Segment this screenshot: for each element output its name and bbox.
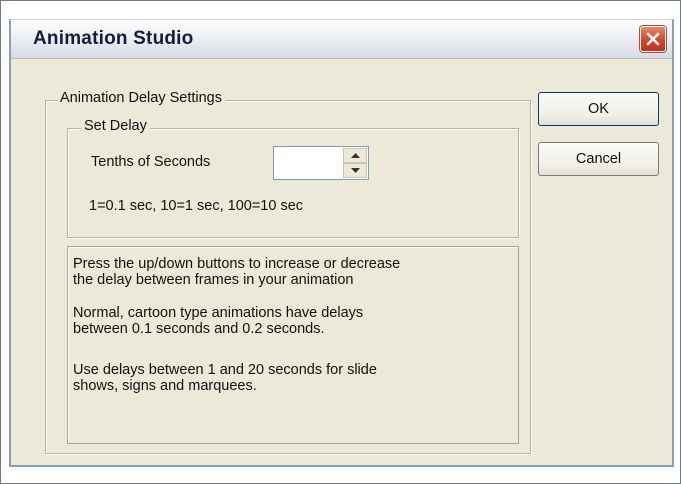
delay-input[interactable] — [276, 149, 344, 177]
tenths-of-seconds-label: Tenths of Seconds — [91, 154, 211, 170]
help-line-5: Use delays between 1 and 20 seconds for … — [73, 362, 377, 378]
help-line-1: Press the up/down buttons to increase or… — [73, 256, 401, 272]
screenshot-stage: Animation Studio Animation Delay Setting… — [0, 0, 681, 484]
delay-spinner[interactable] — [273, 146, 369, 180]
ok-button[interactable]: OK — [538, 92, 659, 126]
help-line-4: between 0.1 seconds and 0.2 seconds. — [73, 321, 325, 337]
help-line-2: the delay between frames in your animati… — [73, 272, 354, 288]
animation-delay-settings-legend: Animation Delay Settings — [57, 90, 225, 106]
delay-hint-text: 1=0.1 sec, 10=1 sec, 100=10 sec — [89, 198, 304, 214]
spin-buttons — [343, 148, 367, 178]
window-title: Animation Studio — [33, 28, 194, 49]
close-button[interactable] — [640, 26, 666, 52]
title-bar[interactable]: Animation Studio — [11, 20, 672, 59]
set-delay-group — [67, 128, 519, 238]
help-line-6: shows, signs and marquees. — [73, 378, 257, 394]
spin-up-button[interactable] — [343, 148, 367, 163]
cancel-button[interactable]: Cancel — [538, 142, 659, 176]
spin-down-button[interactable] — [343, 163, 367, 178]
animation-studio-dialog: Animation Studio Animation Delay Setting… — [9, 19, 674, 467]
help-line-3: Normal, cartoon type animations have del… — [73, 305, 364, 321]
set-delay-legend: Set Delay — [81, 118, 150, 134]
